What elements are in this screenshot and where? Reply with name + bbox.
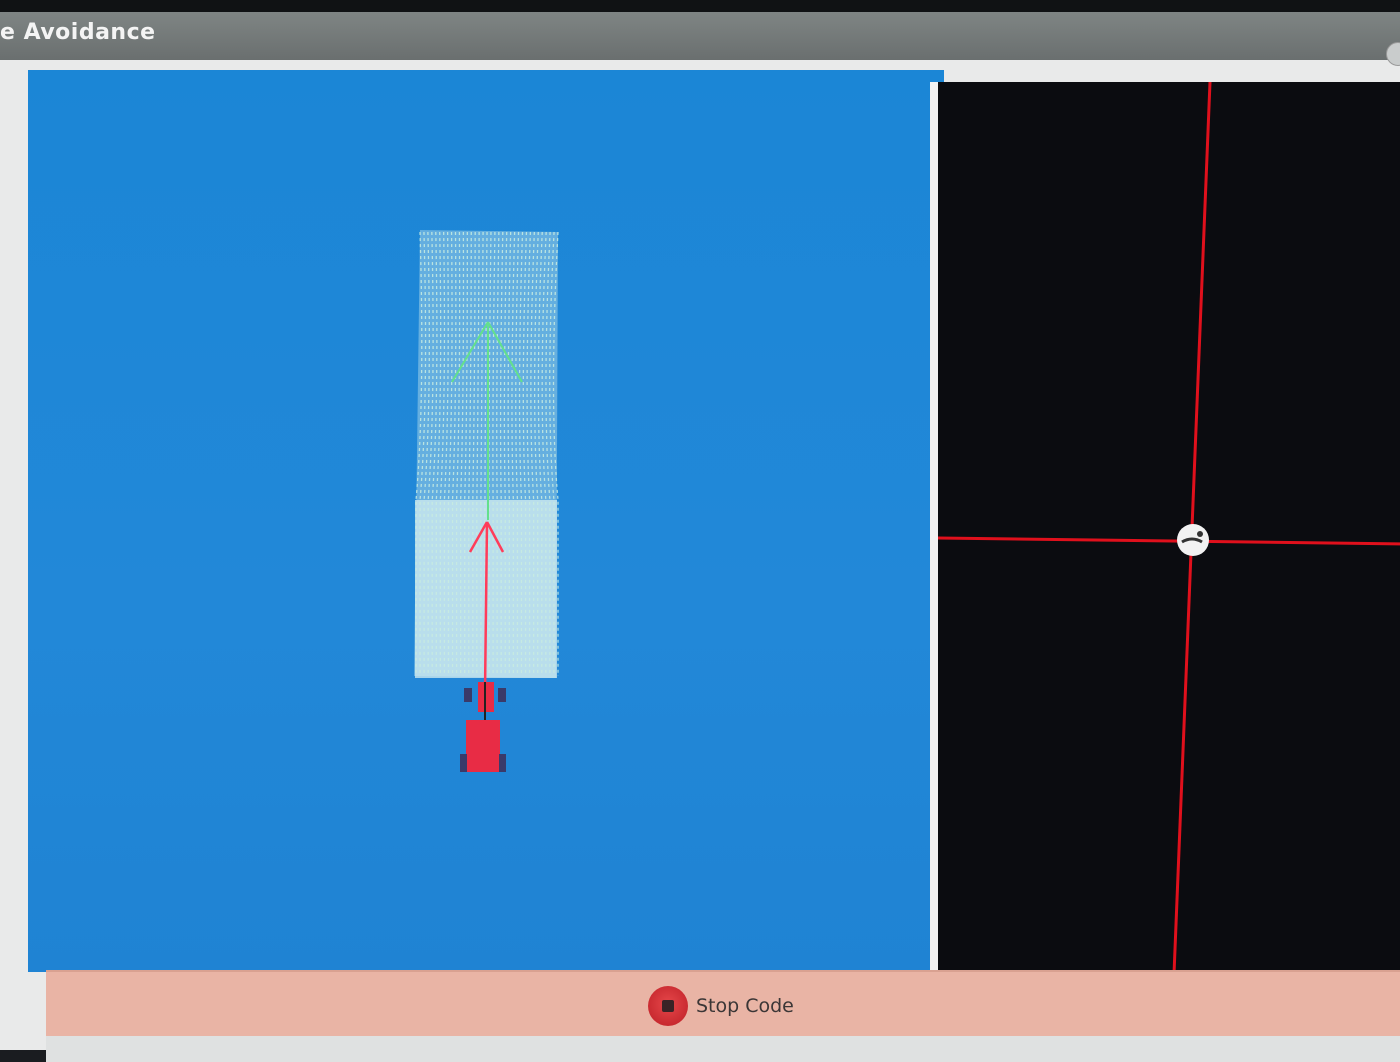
- window-title: e Avoidance: [0, 20, 156, 45]
- status-strip: [46, 1036, 1400, 1062]
- crosshair: [938, 82, 1400, 974]
- control-bar: Stop Code: [46, 970, 1400, 1036]
- stop-code-button[interactable]: Stop Code: [648, 986, 794, 1026]
- app-window: e Avoidance Stop Code: [0, 12, 1400, 1062]
- title-bar: e Avoidance: [0, 12, 1400, 66]
- robot-icon: [460, 682, 506, 772]
- ball-icon: [1177, 524, 1209, 556]
- camera-view: [930, 82, 1400, 974]
- stop-code-label: Stop Code: [696, 995, 794, 1017]
- window-close-icon[interactable]: [1386, 42, 1400, 66]
- simulation-view: [28, 70, 944, 972]
- stop-icon: [648, 986, 688, 1026]
